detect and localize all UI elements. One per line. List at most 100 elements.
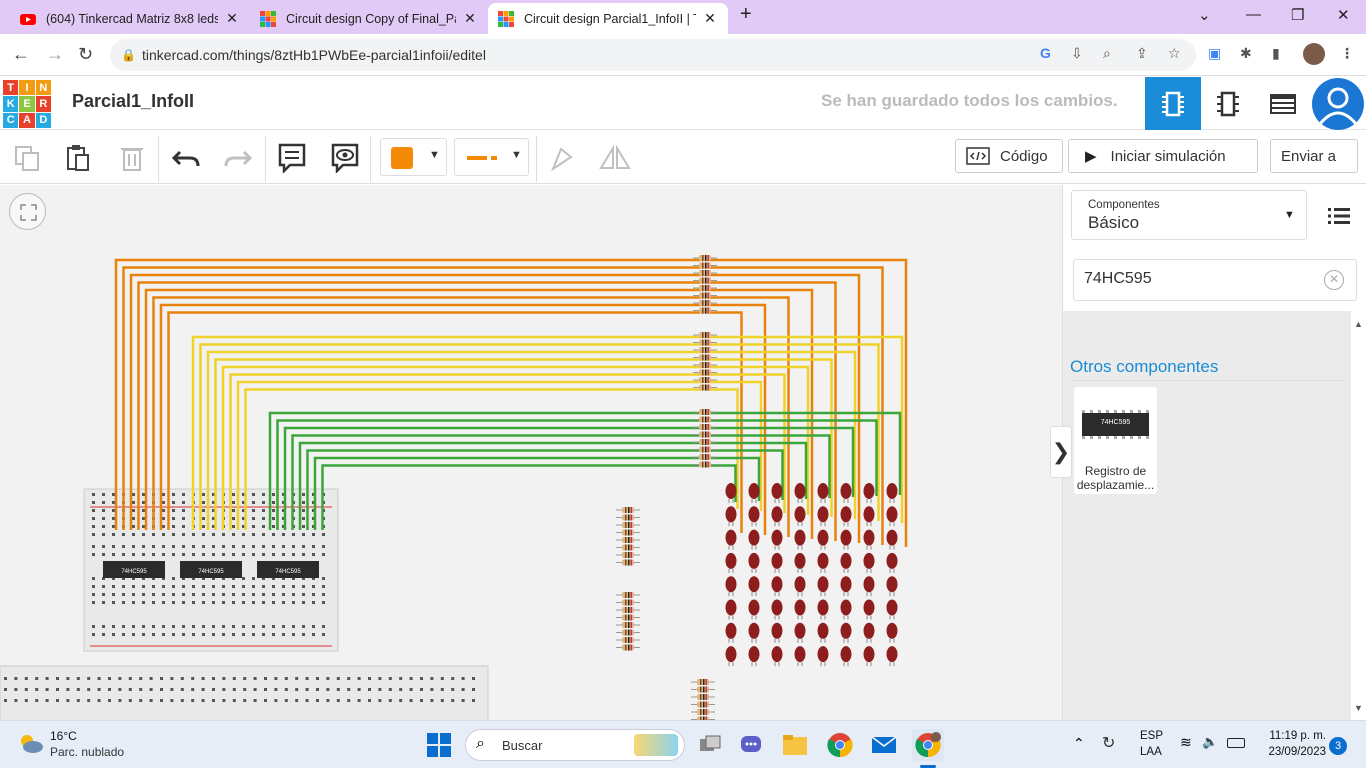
hole xyxy=(160,699,163,702)
circuit-canvas[interactable]: 74HC595 74HC595 74HC595 xyxy=(0,185,1062,720)
url-field[interactable]: 🔒 tinkercad.com/things/8ztHb1PWbEe-parci… xyxy=(110,39,1196,71)
profile-avatar[interactable] xyxy=(1303,43,1325,65)
hole xyxy=(4,677,7,680)
clock-time[interactable]: 11:19 p. m. xyxy=(1262,730,1326,742)
notification-badge[interactable]: 3 xyxy=(1329,737,1347,755)
close-window-icon[interactable]: ✕ xyxy=(1337,6,1350,24)
share-icon[interactable]: ⇪ xyxy=(1136,45,1148,62)
project-title[interactable]: Parcial1_InfoII xyxy=(72,91,194,112)
translate-icon[interactable]: ▣ xyxy=(1208,45,1221,62)
components-dropdown[interactable]: Componentes Básico ▼ xyxy=(1071,190,1307,240)
circuit-view-button[interactable] xyxy=(1145,77,1201,130)
hole xyxy=(202,593,205,596)
new-tab-icon[interactable]: + xyxy=(740,3,752,26)
hole xyxy=(430,699,434,702)
schematic-view-button[interactable] xyxy=(1200,77,1256,130)
lang-bottom[interactable]: LAA xyxy=(1140,746,1162,758)
tab-youtube[interactable]: (604) Tinkercad Matriz 8x8 leds U ✕ xyxy=(10,3,250,34)
logo-letter: A xyxy=(19,112,35,128)
weather-cloud-icon[interactable] xyxy=(16,731,44,755)
lang-top[interactable]: ESP xyxy=(1140,730,1163,742)
tab-circuit-active[interactable]: Circuit design Parcial1_InfoII | Tin ✕ xyxy=(488,3,728,34)
send-to-button[interactable]: Enviar a xyxy=(1270,139,1358,173)
hole xyxy=(66,688,70,691)
code-button[interactable]: Código xyxy=(955,139,1063,173)
paste-icon xyxy=(67,145,89,171)
delete-button[interactable] xyxy=(115,141,149,175)
bookmark-star-icon[interactable]: ☆ xyxy=(1168,45,1181,62)
wire-color-picker[interactable]: ▼ xyxy=(380,138,447,176)
extensions-icon[interactable]: ✱ xyxy=(1240,45,1252,62)
close-tab-icon[interactable]: ✕ xyxy=(224,10,240,27)
close-tab-icon[interactable]: ✕ xyxy=(702,10,718,27)
scroll-up-icon[interactable]: ▲ xyxy=(1354,319,1363,329)
wire-type-picker[interactable]: ▼ xyxy=(454,138,529,176)
install-icon[interactable]: ⇩ xyxy=(1071,45,1083,62)
sidepanel-icon[interactable]: ▮ xyxy=(1272,45,1280,62)
volume-icon[interactable]: 🔈 xyxy=(1202,734,1218,750)
taskbar-search[interactable]: ⌕ Buscar xyxy=(465,729,685,761)
restore-icon[interactable]: ❐ xyxy=(1291,6,1304,24)
undo-button[interactable] xyxy=(169,141,203,175)
menu-dots-icon[interactable]: ⋮ xyxy=(1340,45,1354,62)
tab-circuit-copy[interactable]: Circuit design Copy of Final_Parci ✕ xyxy=(250,3,488,34)
clear-search-icon[interactable]: ✕ xyxy=(1324,270,1344,290)
task-view-icon[interactable] xyxy=(694,729,726,761)
resistor-band xyxy=(702,362,704,368)
scroll-down-icon[interactable]: ▼ xyxy=(1354,703,1363,713)
user-avatar[interactable] xyxy=(1312,78,1364,130)
collapse-panel-button[interactable]: ❯ xyxy=(1050,426,1072,478)
copy-button[interactable] xyxy=(10,141,44,175)
tab-search-icon[interactable]: ⌄ xyxy=(1198,6,1211,24)
list-view-toggle[interactable] xyxy=(1328,207,1350,230)
minimize-icon[interactable]: — xyxy=(1246,6,1261,23)
hole xyxy=(302,533,305,536)
redo-button[interactable] xyxy=(221,141,255,175)
teams-chat-icon[interactable] xyxy=(735,729,767,761)
chrome-icon[interactable] xyxy=(824,729,856,761)
chevron-up-icon[interactable]: ⌃ xyxy=(1073,735,1085,752)
clock-date[interactable]: 23/09/2023 xyxy=(1260,746,1326,758)
hole xyxy=(232,525,235,528)
hole xyxy=(112,545,115,548)
hole xyxy=(139,699,143,702)
circuit-drawing[interactable]: 74HC595 74HC595 74HC595 xyxy=(0,185,1062,720)
tinkercad-logo[interactable]: T I N K E R C A D xyxy=(3,80,51,128)
component-list-view-button[interactable] xyxy=(1255,77,1311,130)
zoom-icon[interactable]: ⌕ xyxy=(1103,45,1111,62)
breadcboard-large[interactable] xyxy=(0,665,489,720)
chips[interactable]: 74HC595 74HC595 74HC595 xyxy=(103,561,319,578)
resistors[interactable] xyxy=(616,255,717,720)
sync-icon[interactable]: ↻ xyxy=(1102,733,1115,753)
tinkercad-icon xyxy=(498,10,514,27)
wifi-icon[interactable]: ≋ xyxy=(1180,734,1192,751)
hole xyxy=(102,545,105,548)
forward-icon[interactable]: → xyxy=(46,44,64,65)
start-simulation-button[interactable]: ▶ Iniciar simulación xyxy=(1068,139,1258,173)
component-search-input[interactable]: 74HC595 ✕ xyxy=(1073,259,1357,301)
windows-start-icon[interactable] xyxy=(423,729,455,761)
hole xyxy=(202,553,205,556)
resistor-band xyxy=(630,552,632,558)
close-tab-icon[interactable]: ✕ xyxy=(462,10,478,27)
hole xyxy=(232,585,235,588)
resistor-band xyxy=(702,439,704,445)
component-card-74hc595[interactable]: 74HC595 Registro de desplazamie... xyxy=(1074,387,1157,494)
hole xyxy=(388,677,392,680)
back-icon[interactable]: ← xyxy=(12,44,30,65)
toggle-notes-button[interactable] xyxy=(328,141,362,175)
notes-button[interactable] xyxy=(275,141,309,175)
hole xyxy=(232,677,236,680)
mirror-button[interactable] xyxy=(598,141,632,175)
hole xyxy=(92,577,95,580)
reload-icon[interactable]: ↻ xyxy=(78,44,93,65)
section-title: Otros componentes xyxy=(1070,357,1219,376)
file-explorer-icon[interactable] xyxy=(779,729,811,761)
chrome-profile-icon[interactable] xyxy=(912,729,944,761)
mail-icon[interactable] xyxy=(868,729,900,761)
hole xyxy=(272,625,275,628)
google-icon[interactable]: G xyxy=(1040,45,1051,61)
paste-button[interactable] xyxy=(61,141,95,175)
rotate-button[interactable] xyxy=(545,141,579,175)
battery-icon[interactable] xyxy=(1227,738,1245,748)
